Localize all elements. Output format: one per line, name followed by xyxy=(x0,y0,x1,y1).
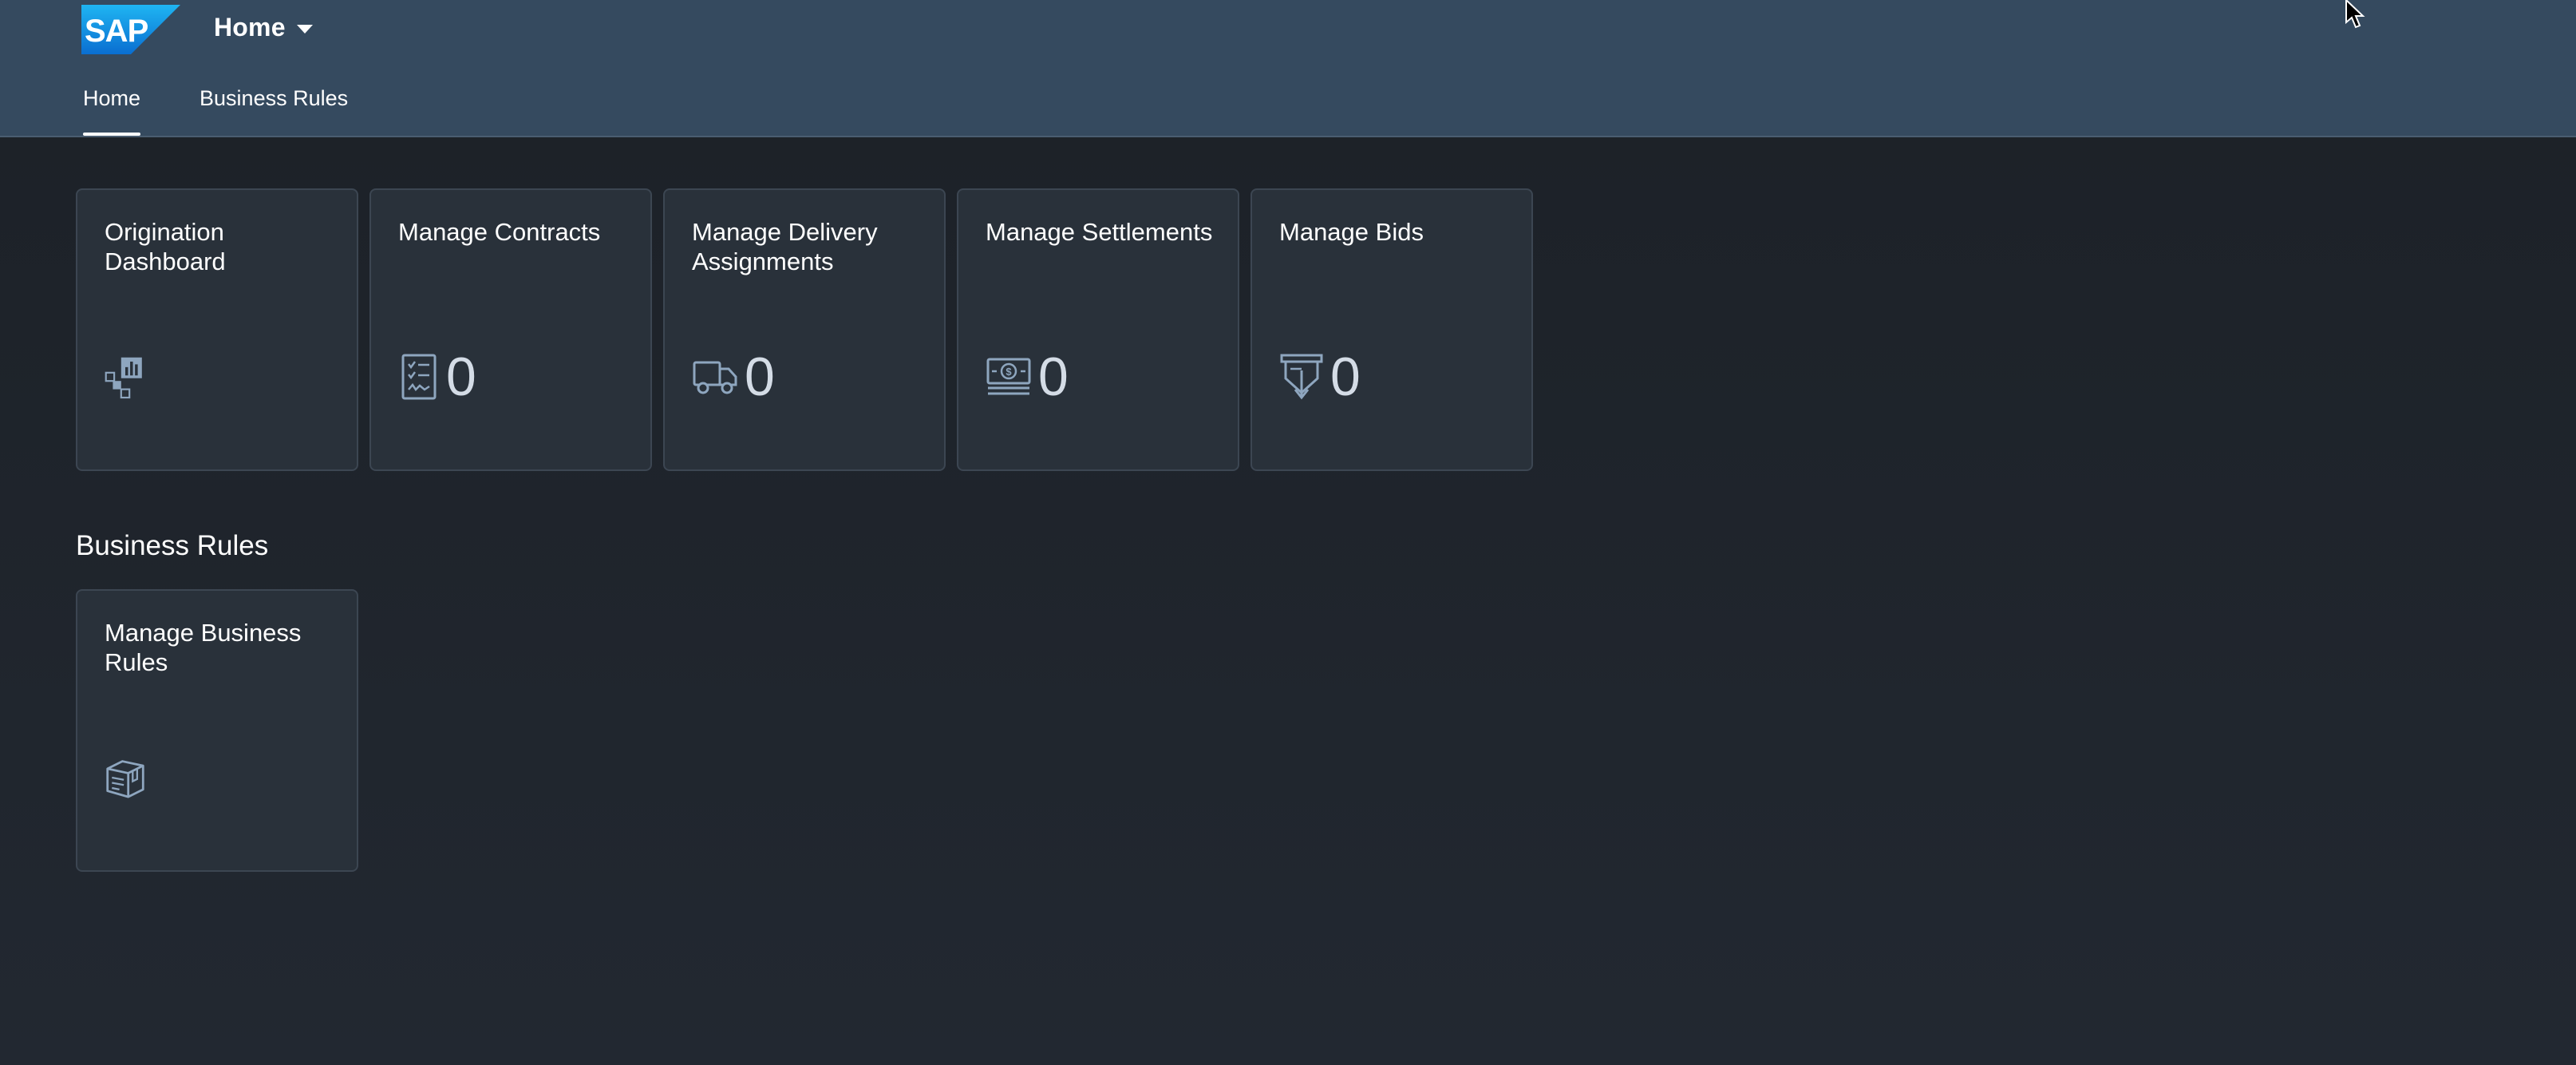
tile-title: Manage Contracts xyxy=(398,218,601,246)
tile-title: Manage Delivery Assignments xyxy=(692,218,878,275)
tile-manage-business-rules[interactable]: Manage Business Rules xyxy=(76,589,358,872)
section-title-business-rules: Business Rules xyxy=(76,530,269,561)
tile-title: Manage Business Rules xyxy=(105,619,302,676)
tab-business-rules[interactable]: Business Rules xyxy=(200,77,348,136)
tile-count: 0 xyxy=(745,346,775,407)
svg-text:$: $ xyxy=(1006,366,1012,378)
tile-footer: 0 xyxy=(1279,346,1361,407)
sap-logo[interactable]: SAP xyxy=(81,5,180,54)
checklist-document-icon xyxy=(398,353,440,401)
bid-download-icon xyxy=(1279,353,1324,401)
tile-manage-contracts[interactable]: Manage Contracts 0 xyxy=(369,188,652,471)
tile-count: 0 xyxy=(1038,346,1069,407)
tile-footer: 0 xyxy=(692,346,775,407)
app-title: Home xyxy=(214,12,286,42)
tile-count: 0 xyxy=(446,346,476,407)
app-title-menu[interactable]: Home xyxy=(214,8,313,46)
tile-group-home: Origination Dashboard Manage Contracts 0… xyxy=(76,188,1533,471)
tile-group-business-rules: Manage Business Rules xyxy=(76,589,358,872)
dashboard-icon xyxy=(105,353,146,401)
tile-footer: 0 xyxy=(398,346,476,407)
truck-icon xyxy=(692,353,738,401)
tile-manage-delivery-assignments[interactable]: Manage Delivery Assignments 0 xyxy=(663,188,946,471)
tab-home[interactable]: Home xyxy=(83,77,141,136)
tile-footer xyxy=(105,346,146,407)
tile-manage-bids[interactable]: Manage Bids 0 xyxy=(1250,188,1533,471)
tile-count: 0 xyxy=(1330,346,1361,407)
navigation-tabs: Home Business Rules xyxy=(83,77,348,137)
caret-down-icon xyxy=(296,24,313,34)
mouse-pointer-icon xyxy=(2345,0,2365,29)
tile-title: Origination Dashboard xyxy=(105,218,226,275)
sap-logo-text: SAP xyxy=(85,14,148,49)
tile-title: Manage Bids xyxy=(1279,218,1424,246)
shell-header: SAP Home Home Business Rules xyxy=(0,0,2576,137)
tile-footer xyxy=(105,747,146,808)
tile-title: Manage Settlements xyxy=(986,218,1213,246)
rules-box-icon xyxy=(105,754,146,802)
tile-footer: $ 0 xyxy=(986,346,1069,407)
money-bills-icon: $ xyxy=(986,353,1032,401)
tile-origination-dashboard[interactable]: Origination Dashboard xyxy=(76,188,358,471)
tile-manage-settlements[interactable]: Manage Settlements $ 0 xyxy=(957,188,1239,471)
